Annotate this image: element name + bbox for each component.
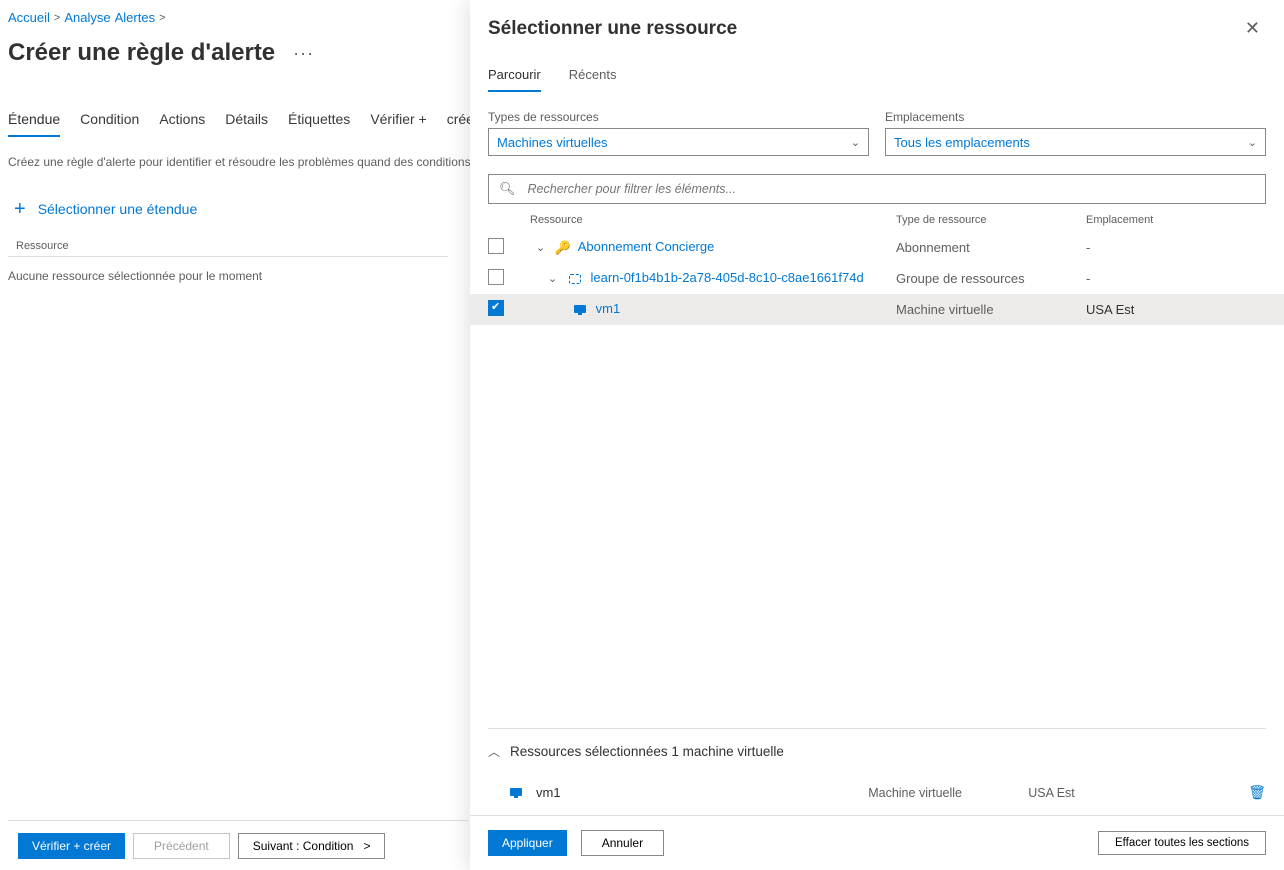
search-input[interactable] — [526, 181, 1255, 197]
more-menu-icon[interactable]: ··· — [293, 43, 314, 64]
select-scope-label: Sélectionner une étendue — [38, 201, 198, 217]
selected-item-row: vm1 Machine virtuelle USA Est 🗑 — [488, 784, 1266, 815]
selected-name: vm1 — [536, 785, 561, 800]
tab-browse[interactable]: Parcourir — [488, 67, 541, 92]
resource-type: Abonnement — [896, 240, 1086, 255]
tab-actions[interactable]: Actions — [159, 111, 205, 127]
resource-name: learn-0f1b4b1b-2a78-405d-8c10-c8ae1661f7… — [590, 270, 863, 285]
resource-type-label: Types de ressources — [488, 110, 869, 124]
page-title: Créer une règle d'alerte — [8, 39, 275, 67]
selected-summary: ︿ Ressources sélectionnées 1 machine vir… — [488, 728, 1266, 815]
apply-button[interactable]: Appliquer — [488, 830, 567, 856]
resource-type-select[interactable]: Machines virtuelles ⌄ — [488, 128, 869, 156]
next-button-label: Suivant : Condition — [253, 839, 354, 853]
page-footer: Vérifier + créer Précédent Suivant : Con… — [8, 820, 468, 870]
resource-row-vm[interactable]: vm1 Machine virtuelle USA Est — [470, 294, 1284, 325]
review-create-button[interactable]: Vérifier + créer — [18, 833, 125, 859]
chevron-down-icon[interactable]: ⌄ — [548, 273, 557, 285]
row-checkbox[interactable] — [488, 269, 504, 285]
resource-type-value: Machines virtuelles — [497, 135, 608, 150]
next-button[interactable]: Suivant : Condition > — [238, 833, 386, 859]
panel-tabs: Parcourir Récents — [470, 43, 1284, 92]
select-scope-button[interactable]: + Sélectionner une étendue — [8, 199, 197, 219]
col-resource: Ressource — [522, 214, 896, 226]
vm-icon — [508, 785, 524, 801]
vm-icon — [572, 302, 588, 318]
cancel-button[interactable]: Annuler — [581, 830, 664, 856]
col-location: Emplacement — [1086, 214, 1266, 226]
chevron-up-icon[interactable]: ︿ — [488, 743, 500, 760]
tab-condition[interactable]: Condition — [80, 111, 139, 135]
breadcrumb-alertes[interactable]: Alertes — [115, 10, 155, 25]
chevron-down-icon: ⌄ — [1248, 136, 1257, 149]
resource-location: - — [1086, 271, 1266, 286]
resource-row-group[interactable]: ⌄ learn-0f1b4b1b-2a78-405d-8c10-c8ae1661… — [470, 263, 1284, 294]
row-checkbox[interactable] — [488, 300, 504, 316]
tab-review[interactable]: Vérifier + — [370, 111, 426, 127]
resource-type: Groupe de ressources — [896, 271, 1086, 286]
summary-label: Ressources sélectionnées 1 machine virtu… — [510, 744, 784, 759]
select-resource-panel: Sélectionner une ressource ✕ Parcourir R… — [470, 0, 1284, 870]
breadcrumb-home[interactable]: Accueil — [8, 10, 50, 25]
resource-tree: ⌄ 🔑 Abonnement Concierge Abonnement - ⌄ … — [470, 232, 1284, 728]
resource-location: USA Est — [1086, 302, 1266, 317]
tab-scope[interactable]: Étendue — [8, 111, 60, 137]
resource-group-icon — [567, 271, 583, 287]
key-icon: 🔑 — [555, 240, 571, 256]
location-select[interactable]: Tous les emplacements ⌄ — [885, 128, 1266, 156]
selected-type: Machine virtuelle — [868, 786, 1028, 800]
table-header: Ressource Type de ressource Emplacement — [470, 204, 1284, 232]
breadcrumb-analyse[interactable]: Analyse — [64, 10, 110, 25]
row-checkbox[interactable] — [488, 238, 504, 254]
tab-tags[interactable]: Étiquettes — [288, 111, 350, 127]
resource-name: vm1 — [596, 301, 621, 316]
panel-title: Sélectionner une ressource — [488, 18, 737, 40]
resource-row-subscription[interactable]: ⌄ 🔑 Abonnement Concierge Abonnement - — [470, 232, 1284, 263]
location-label: Emplacements — [885, 110, 1266, 124]
search-input-wrapper[interactable]: 🔍︎ — [488, 174, 1266, 204]
previous-button: Précédent — [133, 833, 230, 859]
resource-location: - — [1086, 240, 1266, 255]
tab-recent[interactable]: Récents — [569, 67, 617, 92]
chevron-right-icon: > — [363, 839, 370, 853]
location-value: Tous les emplacements — [894, 135, 1030, 150]
selected-location: USA Est — [1028, 786, 1248, 800]
chevron-down-icon: ⌄ — [851, 136, 860, 149]
resource-type: Machine virtuelle — [896, 302, 1086, 317]
divider — [8, 256, 448, 257]
plus-icon: + — [14, 199, 26, 219]
panel-footer: Appliquer Annuler Effacer toutes les sec… — [470, 815, 1284, 870]
close-icon[interactable]: ✕ — [1239, 14, 1266, 43]
chevron-down-icon[interactable]: ⌄ — [536, 242, 545, 254]
delete-icon[interactable]: 🗑 — [1248, 784, 1266, 801]
search-icon: 🔍︎ — [499, 181, 516, 197]
col-type: Type de ressource — [896, 214, 1086, 226]
resource-name: Abonnement Concierge — [578, 239, 715, 254]
tab-details[interactable]: Détails — [225, 111, 268, 127]
clear-all-button[interactable]: Effacer toutes les sections — [1098, 831, 1266, 855]
